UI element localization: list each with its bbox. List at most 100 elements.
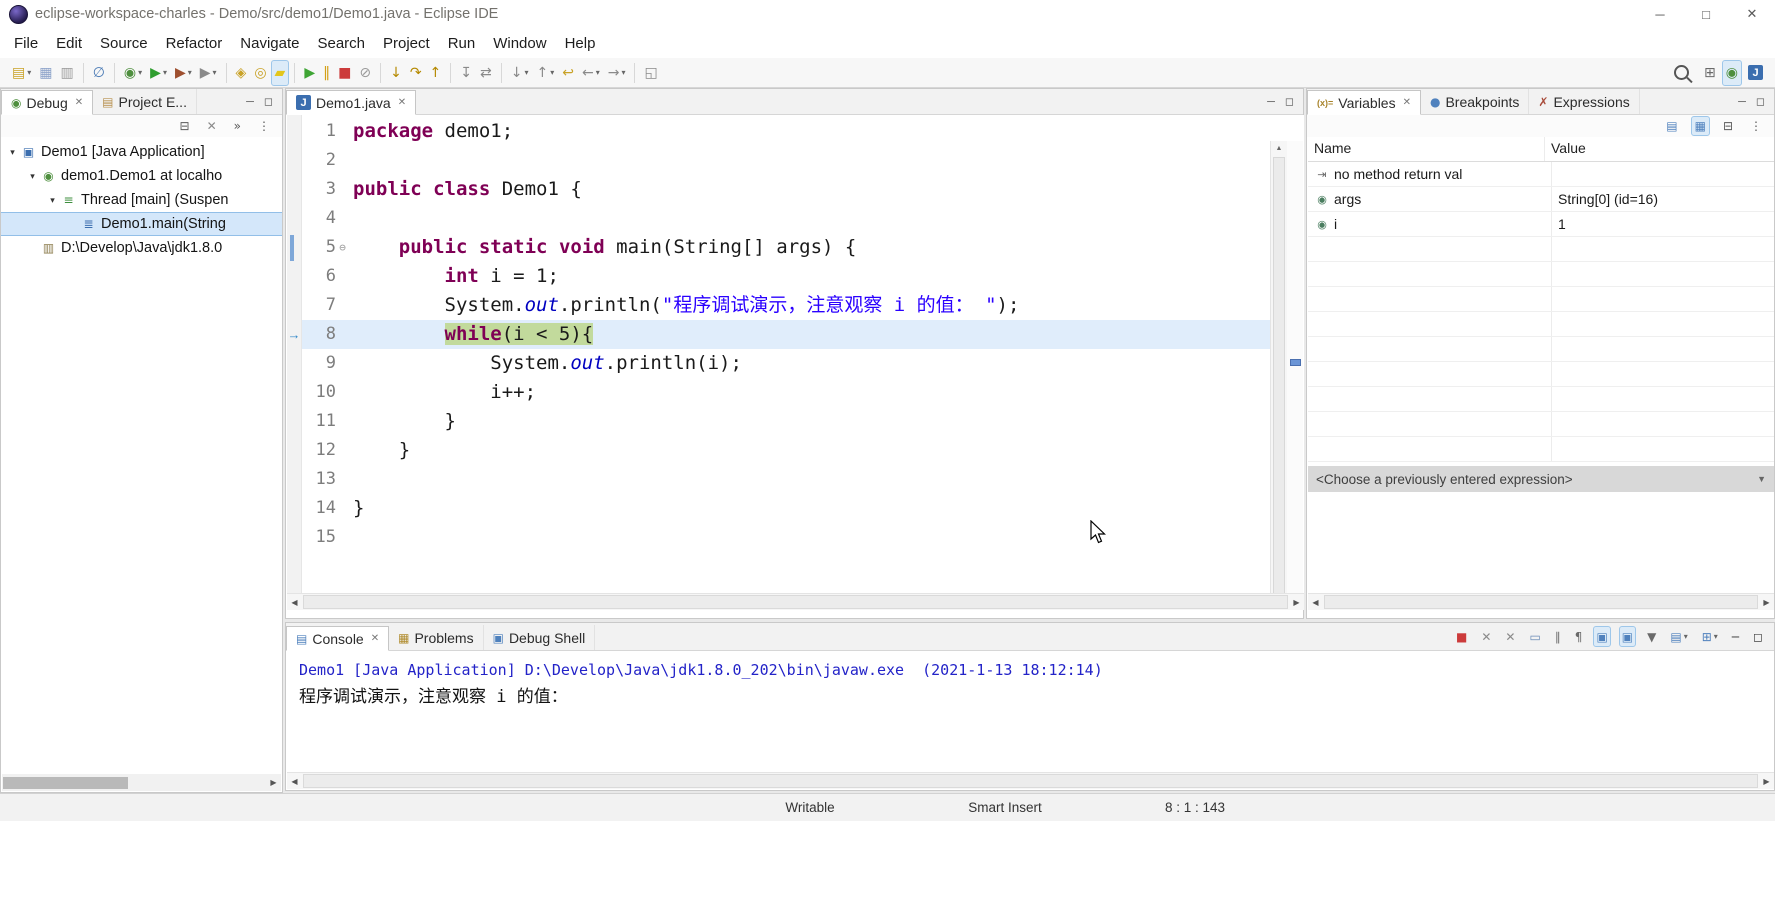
scroll-right-icon[interactable]: ▶: [1289, 598, 1304, 607]
editor-tab-demo1-java[interactable]: JDemo1.java✕: [286, 90, 416, 115]
coverage-button[interactable]: ▶▾: [171, 60, 196, 86]
maximize-view-button[interactable]: ◻: [264, 95, 273, 108]
expander-expanded-icon[interactable]: ▾: [45, 195, 60, 206]
line-number[interactable]: 8: [302, 320, 336, 349]
maximize-view-button[interactable]: ◻: [1285, 95, 1294, 108]
line-number[interactable]: 14: [302, 494, 336, 523]
current-line-marker[interactable]: [1290, 359, 1301, 366]
clear-console-button[interactable]: ▭: [1526, 626, 1543, 647]
terminate-button[interactable]: ■: [334, 60, 355, 86]
console-output-area[interactable]: Demo1 [Java Application] D:\Develop\Java…: [287, 651, 1774, 772]
close-icon[interactable]: ✕: [1403, 97, 1411, 108]
close-icon[interactable]: ✕: [398, 97, 406, 108]
step-return-button[interactable]: ↑: [426, 60, 446, 86]
scrollbar-thumb[interactable]: [303, 774, 1758, 788]
display-selected-console-button[interactable]: ▤▾: [1667, 626, 1690, 647]
remove-all-terminated-button[interactable]: ✕: [203, 116, 221, 136]
terminate-button[interactable]: ■: [1453, 626, 1470, 647]
scrollbar-thumb[interactable]: [1324, 595, 1758, 609]
tree-item-demo1-main-string[interactable]: ≣Demo1.main(String: [1, 212, 282, 236]
menu-file[interactable]: File: [5, 30, 47, 57]
save-button[interactable]: ▦: [35, 60, 56, 86]
view-menu-button[interactable]: ⋮: [1746, 116, 1766, 136]
variable-row-args[interactable]: ◉argsString[0] (id=16): [1308, 187, 1774, 212]
word-wrap-button[interactable]: ¶: [1572, 626, 1586, 647]
show-console-on-stderr-button[interactable]: ▣: [1619, 626, 1636, 647]
variable-row-i[interactable]: ◉i1: [1308, 212, 1774, 237]
code-line-13[interactable]: 13: [302, 465, 1270, 494]
line-number[interactable]: 12: [302, 436, 336, 465]
overview-ruler[interactable]: [1287, 141, 1303, 593]
line-number[interactable]: 13: [302, 465, 336, 494]
variables-tab-breakpoints[interactable]: ●Breakpoints: [1421, 89, 1529, 114]
open-perspective-button[interactable]: ⊞: [1700, 60, 1720, 86]
step-over-button[interactable]: ↷: [406, 60, 426, 86]
scrollbar-thumb[interactable]: [1273, 157, 1285, 593]
maximize-button[interactable]: ◻: [1750, 626, 1766, 647]
line-number[interactable]: 1: [302, 117, 336, 146]
code-line-12[interactable]: 12 }: [302, 436, 1270, 465]
minimize-view-button[interactable]: ─: [246, 96, 254, 108]
menu-edit[interactable]: Edit: [47, 30, 91, 57]
scrollbar-thumb[interactable]: [303, 595, 1288, 609]
menu-window[interactable]: Window: [484, 30, 555, 57]
debug-tab-project-e[interactable]: ▤Project E...: [93, 89, 197, 114]
menu-run[interactable]: Run: [439, 30, 485, 57]
tree-item-demo1-java-application[interactable]: ▾▣Demo1 [Java Application]: [1, 140, 282, 164]
print-button[interactable]: ▥: [56, 60, 77, 86]
view-menu-button[interactable]: ⋮: [254, 116, 274, 136]
editor-horizontal-scrollbar[interactable]: ◀ ▶: [287, 593, 1304, 610]
minimize-view-button[interactable]: ─: [1738, 96, 1746, 108]
chevron-down-icon[interactable]: ▼: [1757, 474, 1766, 484]
expander-expanded-icon[interactable]: ▾: [5, 147, 20, 158]
open-console-button[interactable]: ⊞▾: [1699, 626, 1721, 647]
debug-button[interactable]: ◉▾: [120, 60, 146, 86]
search-button[interactable]: [1668, 60, 1698, 86]
variables-tab-variables[interactable]: (x)=Variables✕: [1307, 90, 1421, 115]
line-number[interactable]: 2: [302, 146, 336, 175]
scroll-right-icon[interactable]: ▶: [1759, 598, 1774, 607]
show-logical-structures-button[interactable]: ▦: [1691, 116, 1710, 136]
mark-occurrences-button[interactable]: ▰: [271, 60, 290, 86]
console-tab-debug-shell[interactable]: ▣Debug Shell: [484, 625, 596, 650]
code-line-3[interactable]: 3public class Demo1 {: [302, 175, 1270, 204]
run-external-tools-button[interactable]: ▶▾: [196, 60, 221, 86]
collapse-all-button[interactable]: ⊟: [1719, 116, 1737, 136]
scroll-left-icon[interactable]: ◀: [287, 777, 302, 786]
variable-row-no-method-return-val[interactable]: ⇥no method return val: [1308, 162, 1774, 187]
line-number[interactable]: 5: [302, 233, 336, 262]
line-number[interactable]: 9: [302, 349, 336, 378]
line-number[interactable]: 7: [302, 291, 336, 320]
menu-refactor[interactable]: Refactor: [157, 30, 232, 57]
previous-annotation-button[interactable]: ↑▾: [533, 60, 559, 86]
minimize-button[interactable]: ─: [1729, 626, 1742, 647]
column-header-value[interactable]: Value: [1545, 137, 1774, 161]
resume-button[interactable]: ▶: [300, 60, 319, 86]
debug-perspective-button[interactable]: ◉: [1722, 60, 1742, 86]
line-number[interactable]: 15: [302, 523, 336, 552]
code-editor[interactable]: → 1package demo1;23public class Demo1 {4…: [287, 115, 1304, 593]
code-line-11[interactable]: 11 }: [302, 407, 1270, 436]
expander-expanded-icon[interactable]: ▾: [25, 171, 40, 182]
expression-hint-bar[interactable]: <Choose a previously entered expression>…: [1308, 466, 1774, 492]
scroll-left-icon[interactable]: ◀: [1308, 598, 1323, 607]
step-into-button[interactable]: ↓: [386, 60, 406, 86]
code-line-4[interactable]: 4: [302, 204, 1270, 233]
tree-item-thread-main-suspen[interactable]: ▾≡Thread [main] (Suspen: [1, 188, 282, 212]
code-line-7[interactable]: 7 System.out.println("程序调试演示，注意观察 i 的值： …: [302, 291, 1270, 320]
column-header-name[interactable]: Name: [1308, 137, 1545, 161]
pin-console-button[interactable]: ▼: [1644, 626, 1659, 647]
show-console-on-stdout-button[interactable]: ▣: [1593, 626, 1610, 647]
debug-horizontal-scrollbar[interactable]: ▶: [2, 774, 281, 791]
new-wizard-button[interactable]: ▤▾: [8, 60, 35, 86]
code-line-2[interactable]: 2: [302, 146, 1270, 175]
run-button[interactable]: ▶▾: [146, 60, 171, 86]
menu-source[interactable]: Source: [91, 30, 157, 57]
menu-navigate[interactable]: Navigate: [231, 30, 308, 57]
variables-tab-expressions[interactable]: ✗Expressions: [1529, 89, 1639, 114]
collapse-all-button[interactable]: ⊟: [176, 116, 194, 136]
code-line-6[interactable]: 6 int i = 1;: [302, 262, 1270, 291]
menu-search[interactable]: Search: [308, 30, 374, 57]
next-annotation-button[interactable]: ↓▾: [507, 60, 533, 86]
annotation-ruler[interactable]: [287, 115, 302, 593]
